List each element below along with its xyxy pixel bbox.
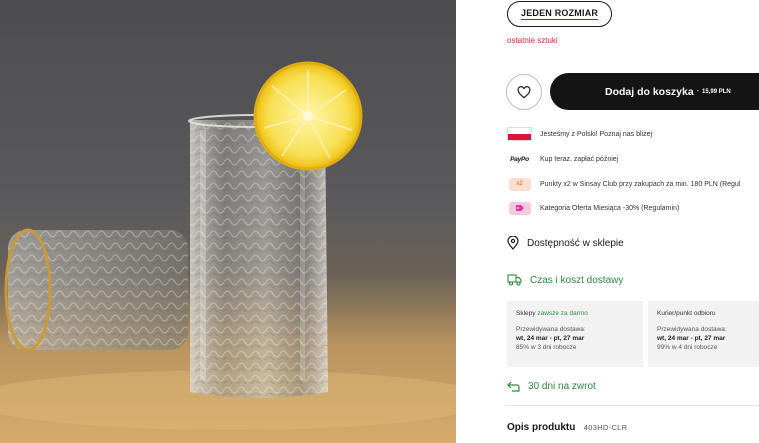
add-to-cart-label: Dodaj do koszyka	[605, 85, 694, 98]
info-text: Punkty x2 w Sinsay Club przy zakupach za…	[540, 180, 741, 188]
info-text: Kup teraz, zapłać później	[540, 155, 619, 163]
store-availability-link[interactable]: Dostępność w sklepie	[507, 236, 624, 250]
product-code: 403HD-CLR	[583, 423, 628, 432]
product-description-toggle[interactable]: Opis produktu 403HD-CLR	[507, 417, 627, 435]
points-x2-icon: x2	[508, 177, 531, 191]
shipping-free-note: zawsze za darmo	[537, 310, 588, 317]
heart-icon	[517, 85, 531, 99]
section-divider	[507, 405, 759, 406]
location-pin-icon	[507, 236, 519, 250]
stock-status: ostatnie sztuki	[507, 36, 558, 45]
add-to-cart-button[interactable]: Dodaj do koszyka - 15,99 PLN	[550, 73, 759, 110]
availability-label: Dostępność w sklepie	[527, 237, 624, 249]
size-label: JEDEN ROZMIAR	[521, 8, 599, 20]
delivery-info-link[interactable]: Czas i koszt dostawy	[507, 274, 623, 286]
eta-dates: wt, 24 mar - pt, 27 mar	[657, 335, 726, 342]
info-row-poland[interactable]: Jesteśmy z Polski! Poznaj nas bliżej	[507, 126, 652, 142]
eta-note: 85% w 3 dni robocze	[516, 344, 577, 351]
eta-label: Przewidywana dostawa:	[657, 326, 727, 333]
info-text: Kategoria Oferta Miesiąca -30% (Regulami…	[540, 204, 680, 212]
description-title: Opis produktu	[507, 422, 576, 433]
polish-flag-icon	[507, 127, 532, 141]
offer-tag-icon	[508, 201, 531, 215]
info-row-paypo[interactable]: PayPo Kup teraz, zapłać później	[507, 151, 618, 167]
wishlist-button[interactable]	[506, 74, 542, 110]
glass-lemon-illustration	[0, 61, 456, 430]
size-button[interactable]: JEDEN ROZMIAR	[507, 1, 613, 27]
eta-label: Przewidywana dostawa:	[516, 326, 586, 333]
product-panel: JEDEN ROZMIAR ostatnie sztuki Dodaj do k…	[456, 0, 759, 443]
cart-price: 15,99 PLN	[702, 88, 731, 95]
price-separator: -	[696, 88, 700, 95]
lying-glass	[4, 228, 188, 352]
lemon-slice	[253, 61, 363, 171]
shipping-title: Sklepy	[516, 310, 536, 317]
returns-link[interactable]: 30 dni na zwrot	[507, 380, 596, 392]
return-arrow-icon	[507, 381, 520, 392]
returns-label: 30 dni na zwrot	[528, 380, 596, 392]
product-photo	[0, 0, 456, 443]
eta-dates: wt, 24 mar - pt, 27 mar	[516, 335, 585, 342]
shipping-title: Kurier/punkt odbioru	[657, 310, 716, 317]
info-row-offer[interactable]: Kategoria Oferta Miesiąca -30% (Regulami…	[507, 200, 679, 216]
shipping-option-courier: Kurier/punkt odbioru Przewidywana dostaw…	[648, 301, 759, 367]
info-row-points[interactable]: x2 Punkty x2 w Sinsay Club przy zakupach…	[507, 176, 740, 192]
info-text: Jesteśmy z Polski! Poznaj nas bliżej	[540, 130, 653, 138]
eta-note: 99% w 4 dni robocze	[657, 344, 718, 351]
shipping-option-stores: Sklepy zawsze za darmo Przewidywana dost…	[507, 301, 643, 367]
delivery-label: Czas i koszt dostawy	[530, 274, 624, 286]
delivery-truck-icon	[507, 274, 522, 286]
paypo-logo: PayPo	[510, 155, 529, 163]
